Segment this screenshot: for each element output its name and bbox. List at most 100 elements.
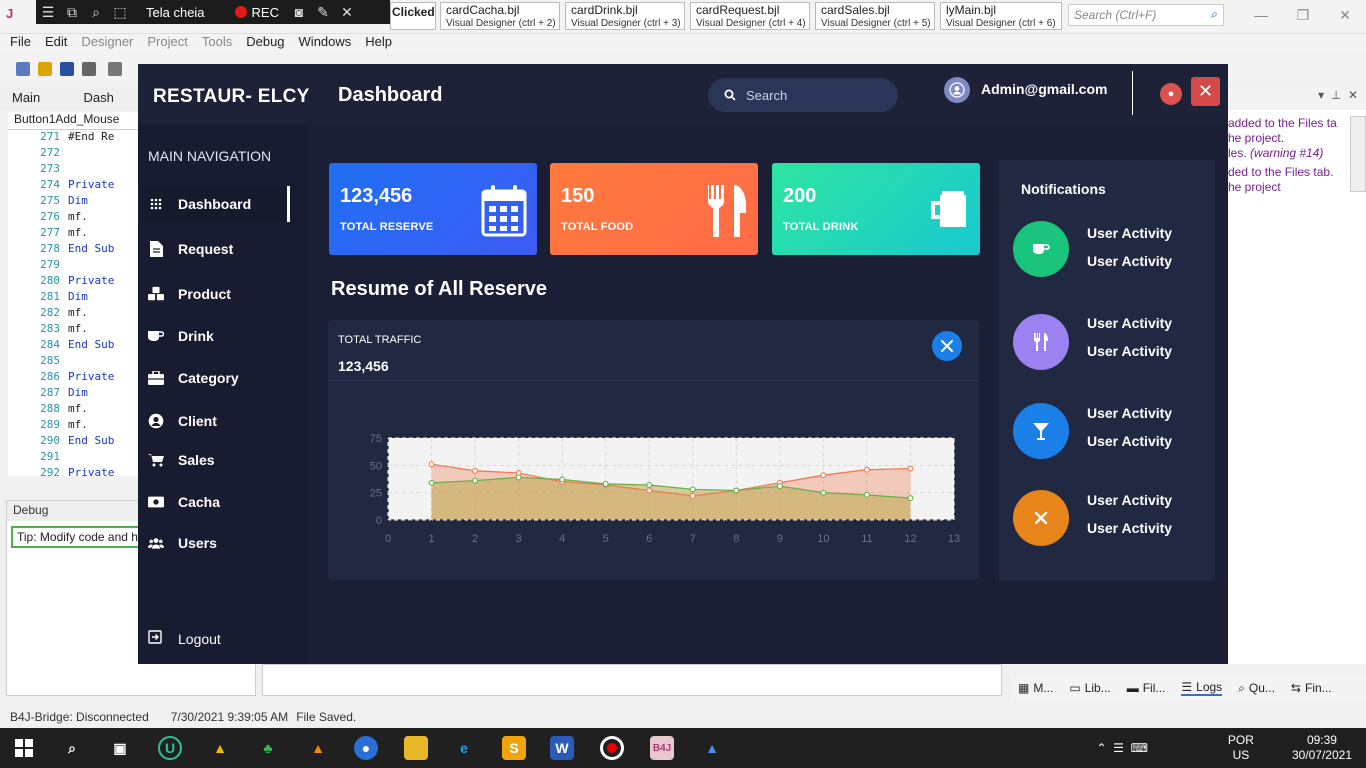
b4j-app-icon[interactable]: B4J bbox=[650, 736, 674, 760]
search-input[interactable]: Search bbox=[708, 78, 898, 112]
code-line[interactable]: 274 Private bbox=[8, 178, 140, 194]
menu-item-designer[interactable]: Designer bbox=[81, 34, 133, 54]
code-line[interactable]: 287 Dim bbox=[8, 386, 140, 402]
folder-icon[interactable] bbox=[404, 736, 428, 760]
clock[interactable]: 09:39 30/07/2021 bbox=[1292, 733, 1352, 763]
user-avatar-icon[interactable] bbox=[944, 77, 970, 103]
code-line[interactable]: 285 bbox=[8, 354, 140, 370]
language-indicator[interactable]: POR US bbox=[1228, 733, 1254, 763]
code-line[interactable]: 286 Private bbox=[8, 370, 140, 386]
utensils-button[interactable] bbox=[932, 331, 962, 361]
menu-item-help[interactable]: Help bbox=[365, 34, 392, 54]
bottom-tab[interactable]: ☰ Logs bbox=[1181, 680, 1223, 696]
word-icon[interactable]: W bbox=[550, 736, 574, 760]
minimize-icon[interactable]: — bbox=[1240, 0, 1282, 30]
total-reserve-card[interactable]: 123,456 TOTAL RESERVE bbox=[329, 163, 537, 255]
code-line[interactable]: 284 End Sub bbox=[8, 338, 140, 354]
code-line[interactable]: 277 mf. bbox=[8, 226, 140, 242]
triangle-app-icon[interactable]: ▲ bbox=[208, 736, 232, 760]
vlc-icon[interactable]: ▲ bbox=[306, 736, 330, 760]
sidebar-item-cacha[interactable]: Cacha bbox=[142, 484, 290, 520]
save-all-icon[interactable] bbox=[82, 62, 96, 76]
u-app-icon[interactable]: U bbox=[158, 736, 182, 760]
record-app-icon[interactable] bbox=[600, 736, 624, 760]
edge-icon[interactable]: e bbox=[452, 736, 476, 760]
search-icon[interactable]: ⌕ bbox=[84, 4, 108, 21]
copy-icon[interactable] bbox=[108, 62, 122, 76]
dropdown-icon[interactable]: ▾ bbox=[1318, 88, 1324, 102]
microphone-icon[interactable]: ● bbox=[1160, 83, 1182, 105]
notification-item[interactable]: User Activity User Activity bbox=[1013, 403, 1203, 463]
code-line[interactable]: 280 Private bbox=[8, 274, 140, 290]
search-icon[interactable]: ⌕ bbox=[60, 736, 84, 760]
sidebar-item-request[interactable]: Request bbox=[142, 231, 290, 267]
code-line[interactable]: 278 End Sub bbox=[8, 242, 140, 258]
bottom-tab[interactable]: ▦ M... bbox=[1018, 681, 1053, 695]
logout-button[interactable]: Logout bbox=[148, 630, 221, 647]
designer-app-icon[interactable]: ▲ bbox=[700, 736, 724, 760]
user-email[interactable]: Admin@gmail.com bbox=[981, 81, 1107, 97]
sidebar-item-product[interactable]: Product bbox=[142, 276, 290, 312]
code-line[interactable]: 276 mf. bbox=[8, 210, 140, 226]
designer-tab[interactable]: lyMain.bjl Visual Designer (ctrl + 6) bbox=[940, 2, 1062, 30]
designer-tab[interactable]: cardSales.bjl Visual Designer (ctrl + 5) bbox=[815, 2, 935, 30]
code-line[interactable]: 288 mf. bbox=[8, 402, 140, 418]
save-icon[interactable] bbox=[60, 62, 74, 76]
sidebar-item-category[interactable]: Category bbox=[142, 360, 290, 396]
windows-start-icon[interactable] bbox=[12, 736, 36, 760]
bottom-tab[interactable]: ⇆ Fin... bbox=[1291, 681, 1332, 695]
code-line[interactable]: 273 bbox=[8, 162, 140, 178]
total-drink-card[interactable]: 200 TOTAL DRINK bbox=[772, 163, 980, 255]
store-icon[interactable]: ▣ bbox=[108, 736, 132, 760]
menu-item-windows[interactable]: Windows bbox=[299, 34, 352, 54]
open-folder-icon[interactable] bbox=[38, 62, 52, 76]
camera-icon[interactable]: ◙ bbox=[287, 4, 311, 20]
pen-icon[interactable]: ✎ bbox=[311, 4, 335, 21]
sidebar-item-client[interactable]: Client bbox=[142, 403, 290, 439]
close-icon[interactable]: ✕ bbox=[335, 4, 359, 21]
notification-item[interactable]: User Activity User Activity bbox=[1013, 314, 1203, 374]
code-line[interactable]: 289 mf. bbox=[8, 418, 140, 434]
record-icon[interactable] bbox=[234, 6, 247, 18]
tab-main[interactable]: Main bbox=[12, 90, 40, 105]
windows-icon[interactable]: ⧉ bbox=[60, 4, 84, 21]
notification-item[interactable]: User Activity User Activity bbox=[1013, 490, 1203, 550]
code-line[interactable]: 282 mf. bbox=[8, 306, 140, 322]
sublime-icon[interactable]: S bbox=[502, 736, 526, 760]
code-line[interactable]: 292 Private bbox=[8, 466, 140, 482]
total-food-card[interactable]: 150 TOTAL FOOD bbox=[550, 163, 758, 255]
sidebar-item-drink[interactable]: Drink bbox=[142, 318, 290, 354]
code-line[interactable]: 275 Dim bbox=[8, 194, 140, 210]
menu-item-project[interactable]: Project bbox=[147, 34, 187, 54]
region-icon[interactable]: ⬚ bbox=[108, 4, 132, 21]
notification-item[interactable]: User Activity User Activity bbox=[1013, 221, 1203, 281]
menu-item-debug[interactable]: Debug bbox=[246, 34, 284, 54]
sidebar-item-sales[interactable]: Sales bbox=[142, 442, 290, 478]
menu-icon[interactable]: ☰ bbox=[36, 4, 60, 21]
code-line[interactable]: 271 #End Re bbox=[8, 130, 140, 146]
bottom-tab[interactable]: ▬ Fil... bbox=[1127, 681, 1166, 695]
clover-icon[interactable]: ♣ bbox=[256, 736, 280, 760]
designer-tab[interactable]: cardDrink.bjl Visual Designer (ctrl + 3) bbox=[565, 2, 685, 30]
firefox-icon[interactable]: ● bbox=[354, 736, 378, 760]
menu-item-tools[interactable]: Tools bbox=[202, 34, 232, 54]
new-file-icon[interactable] bbox=[16, 62, 30, 76]
tray-icons[interactable]: ⌃ ☰ ⌨ bbox=[1096, 741, 1147, 755]
sidebar-item-dashboard[interactable]: Dashboard bbox=[142, 186, 290, 222]
code-editor[interactable]: 271 #End Re 272 273 274 Private 275 Dim 276 mf.… bbox=[8, 130, 140, 479]
bottom-tab[interactable]: ⌕ Qu... bbox=[1238, 681, 1275, 696]
bottom-tab[interactable]: ▭ Lib... bbox=[1069, 681, 1110, 695]
designer-tab[interactable]: cardCacha.bjl Visual Designer (ctrl + 2) bbox=[440, 2, 560, 30]
designer-tab[interactable]: cardRequest.bjl Visual Designer (ctrl + 4… bbox=[690, 2, 810, 30]
sidebar-item-users[interactable]: Users bbox=[142, 525, 290, 561]
code-line[interactable]: 279 bbox=[8, 258, 140, 274]
window-close-icon[interactable]: ✕ bbox=[1324, 0, 1366, 30]
logs-scrollbar[interactable] bbox=[1350, 116, 1366, 192]
ide-search-input[interactable]: Search (Ctrl+F) ⌕ bbox=[1068, 4, 1224, 26]
app-close-button[interactable]: ✕ bbox=[1191, 77, 1220, 106]
tab-dash[interactable]: Dash bbox=[84, 90, 114, 105]
code-line[interactable]: 290 End Sub bbox=[8, 434, 140, 450]
menu-item-edit[interactable]: Edit bbox=[45, 34, 67, 54]
code-line[interactable]: 283 mf. bbox=[8, 322, 140, 338]
menu-item-file[interactable]: File bbox=[10, 34, 31, 54]
